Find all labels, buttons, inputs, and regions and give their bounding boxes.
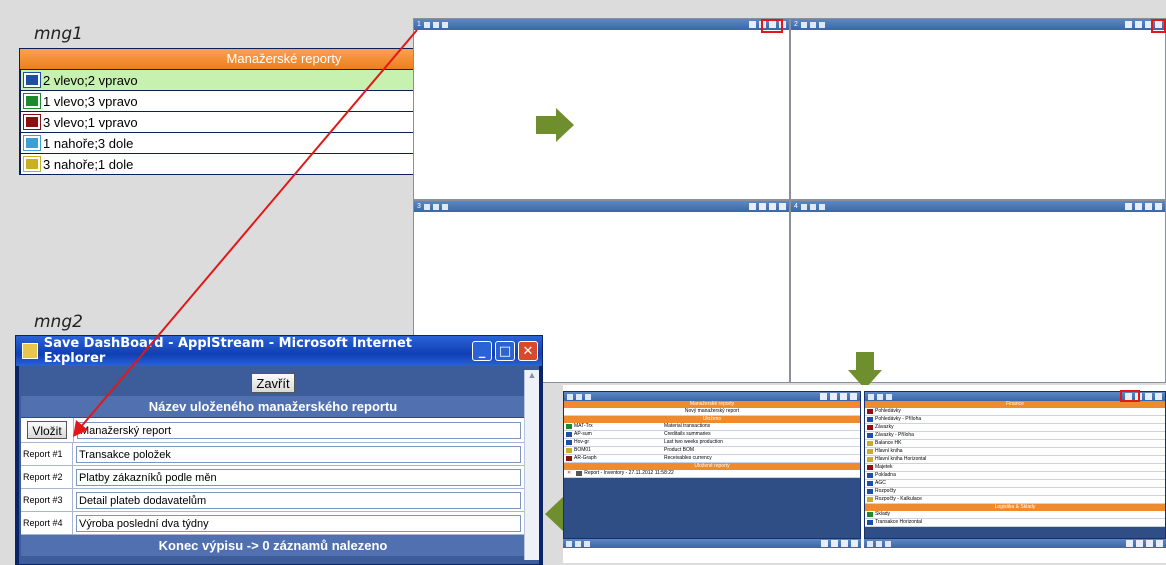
save-form: Zavřít Název uloženého manažerského repo… [21,370,525,556]
pane-toolbar: 4 [791,201,1165,212]
pane-toolbar [563,539,861,548]
maximize-button[interactable]: □ [495,341,515,361]
report-input[interactable]: Výroba poslední dva týdny [76,514,521,532]
pane-toolbar: 3 [414,201,789,212]
results-footer: Konec výpisu -> 0 záznamů nalezeno [21,535,525,556]
thumb-row[interactable]: BOM01 Product BOM [564,447,860,455]
thumb-highlight [1120,390,1140,402]
pane-4: 4 [790,200,1166,383]
layout-item-label: 3 vlevo;1 vpravo [43,114,138,130]
thumb-row[interactable]: MAT-Trx Material transactions [564,423,860,431]
thumb-item[interactable]: Balance HK [865,440,1165,448]
thumb-new-report[interactable]: Nový manažerský report [564,408,860,416]
thumb-header: Finance [865,401,1165,408]
insert-button[interactable]: Vložit [27,421,67,439]
delete-icon[interactable]: ✕ [567,470,571,477]
close-window-button[interactable]: ✕ [518,341,538,361]
pane-nav-icons[interactable] [423,203,448,210]
arrow-right-icon [536,108,574,142]
pane-number: 3 [417,203,421,210]
thumb-item[interactable]: Pohledávky [865,408,1165,416]
window-titlebar[interactable]: Save DashBoard - ApplStream - Microsoft … [16,336,542,366]
pane-1: 1 [413,18,790,200]
save-layout-highlight [761,19,783,33]
report-row: Report #2 Platby zákazníků podle měn [21,466,525,489]
pane-nav-icons[interactable] [423,21,448,28]
report-row: Report #4 Výroba poslední dva týdny [21,512,525,535]
minimize-button[interactable]: _ [472,341,492,361]
thumb-header: Uložené reporty [564,463,860,470]
pane-number: 2 [794,21,798,28]
mng1-caption: mng1 [34,24,83,44]
thumb-item[interactable]: Pohledávky - Příloha [865,416,1165,424]
thumb-item[interactable]: AGC [865,480,1165,488]
dashboard-preview: 1 2 3 4 [413,18,1166,383]
thumb-item[interactable]: Sklady [865,511,1165,519]
pane-toolbar: 2 [791,19,1165,30]
report-row: Report #3 Detail plateb dodavatelům [21,489,525,512]
thumb-item[interactable]: Pokladna [865,472,1165,480]
pane-toolbar [864,539,1166,548]
thumb-header: Uloženo [564,416,860,423]
layout-item-label: 3 nahoře;1 dole [43,156,134,172]
report-label[interactable]: Report #2 [21,466,73,488]
ie-icon [22,343,38,359]
thumb-item[interactable]: Rozpočty [865,488,1165,496]
layout-item-label: 2 vlevo;2 vpravo [43,72,138,88]
layout-item-label: 1 nahoře;3 dole [43,135,134,151]
window-title: Save DashBoard - ApplStream - Microsoft … [43,336,413,366]
report-label[interactable]: Report #3 [21,489,73,511]
pane-tool-icons[interactable] [749,203,786,210]
report-label[interactable]: Report #1 [21,443,73,465]
insert-row: Vložit Manažerský report [21,418,525,443]
mng2-caption: mng2 [34,312,83,332]
layout-3-1-icon [23,114,41,130]
thumb-header: Logistika & Sklady [865,504,1165,511]
layout-top-3-icon [23,156,41,172]
thumb-header: Manažerské reporty [564,401,860,408]
thumb-item[interactable]: Závazky - Příloha [865,432,1165,440]
layout-top-1-icon [23,135,41,151]
pane-tool-icons[interactable] [1125,203,1162,210]
pane-toolbar: 1 [414,19,789,30]
report-input[interactable]: Platby zákazníků podle měn [76,468,521,486]
thumb-saved-row[interactable]: ✕ Report - Inventory - 27.11.2012 11:58:2… [564,470,860,478]
close-button[interactable]: Zavřít [251,373,295,393]
report-name-input[interactable]: Manažerský report [77,421,521,439]
thumb-item[interactable]: Rozpočty - Kalkulace [865,496,1165,504]
layout-item-label: 1 vlevo;3 vpravo [43,93,138,109]
thumb-item[interactable]: Závazky [865,424,1165,432]
thumb-pane-right: Finance Pohledávky Pohledávky - Příloha … [864,391,1166,539]
thumb-item[interactable]: Hlavní kniha [865,448,1165,456]
section-title: Název uloženého manažerského reportu [21,396,525,418]
report-input[interactable]: Detail plateb dodavatelům [76,491,521,509]
pane2-highlight [1151,19,1166,33]
save-dashboard-window: Save DashBoard - ApplStream - Microsoft … [15,335,543,565]
close-row: Zavřít [21,370,525,396]
pane-2: 2 [790,18,1166,200]
thumb-row[interactable]: AP-sum Creditails summaries [564,431,860,439]
thumb-item[interactable]: Transakce Horizontal [865,519,1165,527]
layout-1-3-icon [23,93,41,109]
report-row: Report #1 Transakce položek [21,443,525,466]
pane-number: 1 [417,21,421,28]
thumb-pane-left: Manažerské reporty Nový manažerský repor… [563,391,861,539]
scroll-up-icon[interactable]: ▲ [525,370,539,384]
layout-2x2-icon [23,72,41,88]
thumb-row[interactable]: Hov-gr Last two weeks production [564,439,860,447]
report-label[interactable]: Report #4 [21,512,73,534]
dashboard-thumbnail: Manažerské reporty Nový manažerský repor… [563,385,1166,563]
thumb-item[interactable]: Majetek [865,464,1165,472]
thumb-item[interactable]: Hlavní kniha Horizontal [865,456,1165,464]
pane-nav-icons[interactable] [800,21,825,28]
scrollbar[interactable]: ▲ [524,370,539,560]
pane-toolbar [564,392,860,401]
window-body: Zavřít Název uloženého manažerského repo… [19,366,539,564]
thumb-row[interactable]: AR-Graph Receivables currency [564,455,860,463]
pane-number: 4 [794,203,798,210]
report-input[interactable]: Transakce položek [76,445,521,463]
pane-nav-icons[interactable] [800,203,825,210]
